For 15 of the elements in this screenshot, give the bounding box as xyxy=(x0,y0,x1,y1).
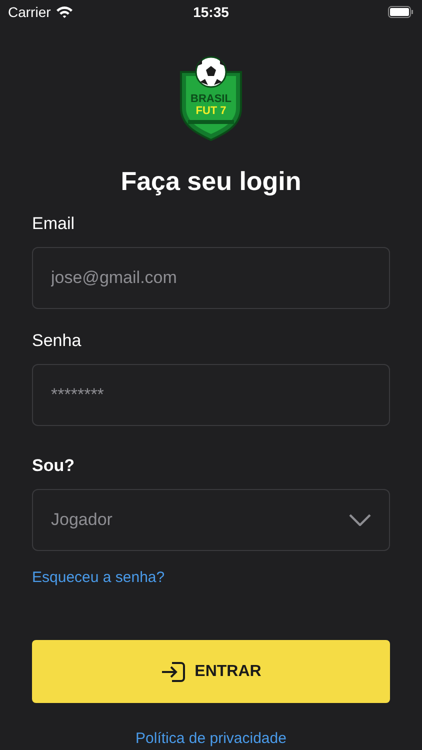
battery-icon xyxy=(388,6,414,18)
field-label: Senha xyxy=(32,331,82,351)
login-button[interactable]: ENTRAR xyxy=(32,640,390,703)
forgot-password-link[interactable]: Esqueceu a senha? xyxy=(32,569,165,586)
clock-time: 15:35 xyxy=(193,4,229,20)
privacy-policy-link[interactable]: Política de privacidade xyxy=(136,730,286,747)
wifi-icon xyxy=(56,6,73,18)
select-field[interactable]: Jogador xyxy=(32,489,390,551)
chevron-down-icon xyxy=(349,514,371,526)
input-field[interactable]: ******** xyxy=(32,364,390,426)
field-label: Email xyxy=(32,214,76,234)
carrier-label: Carrier xyxy=(8,4,51,20)
field-label: Sou? xyxy=(32,456,76,476)
page-title: Faça seu login xyxy=(120,166,302,196)
login-icon xyxy=(160,662,185,682)
